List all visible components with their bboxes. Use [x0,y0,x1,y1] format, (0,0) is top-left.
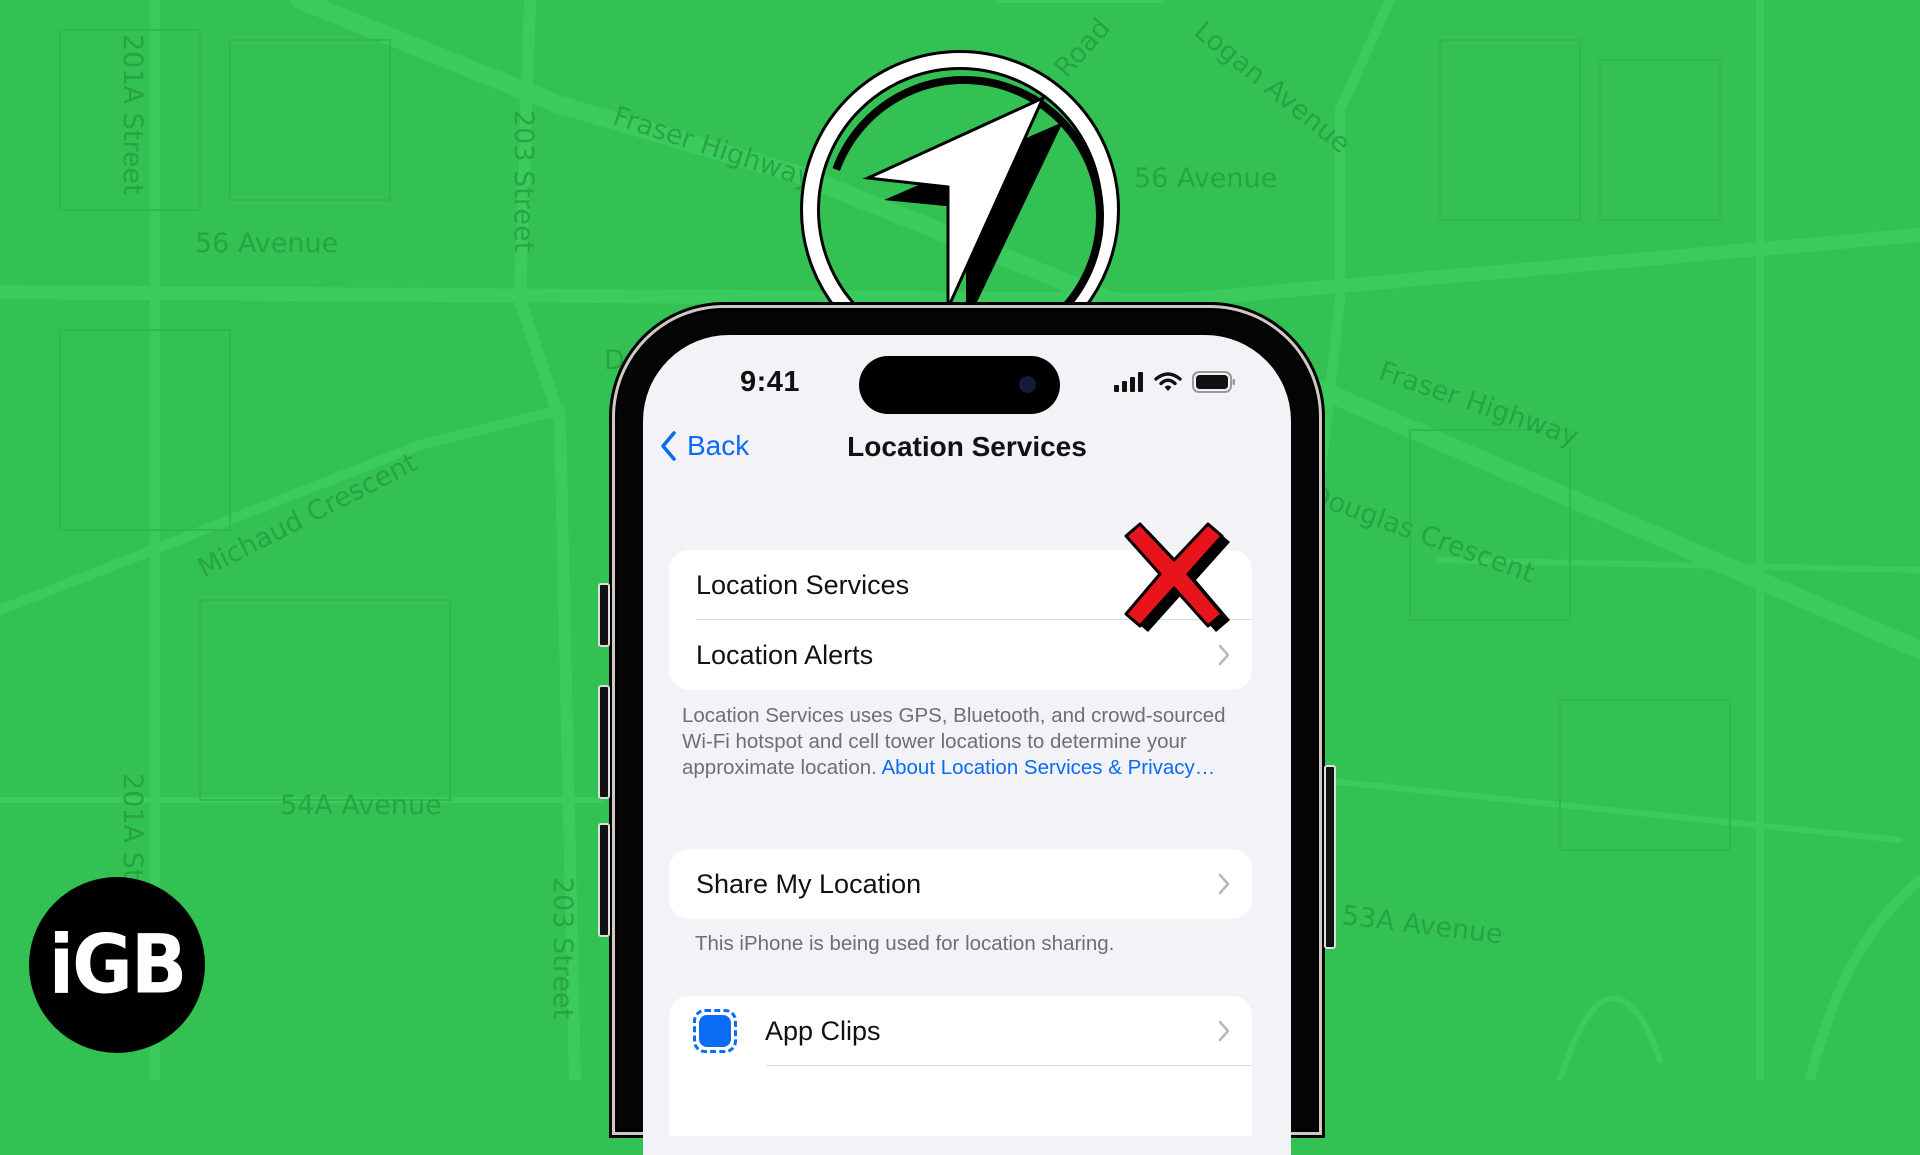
share-location-group: Share My Location [669,849,1252,919]
apps-group: App Clips [669,996,1252,1136]
logo-text: iGB [48,917,188,1013]
iphone-frame: 9:41 Back Location Services Location Ser… [598,305,1336,1155]
location-arrow-icon [800,50,1120,308]
map-label: 56 Avenue [1134,163,1278,194]
action-button [598,583,610,647]
igb-logo: iGB [29,877,205,1053]
chevron-right-icon [1218,873,1230,895]
map-label: 203 Street [547,877,578,1020]
location-services-description: Location Services uses GPS, Bluetooth, a… [682,703,1242,781]
wifi-icon [1154,372,1182,391]
page-title: Location Services [847,431,1087,462]
volume-down-button [598,823,610,937]
share-my-location-row[interactable]: Share My Location [669,849,1252,919]
row-label: Share My Location [696,868,922,899]
dynamic-island [859,356,1060,414]
chevron-right-icon [1218,644,1230,666]
chevron-right-icon [1218,1020,1230,1042]
app-clips-row[interactable]: App Clips [669,996,1252,1066]
battery-icon [1192,371,1235,393]
status-icons [1114,371,1236,393]
phone-screen: 9:41 Back Location Services Location Ser… [643,335,1291,1155]
app-clips-icon [693,1009,737,1053]
map-label: 201A Street [117,34,148,195]
next-app-row[interactable] [669,1066,1252,1136]
map-label: 203 Street [508,110,539,253]
power-button [1324,765,1336,949]
cellular-signal-icon [1114,372,1143,392]
row-label: Location Alerts [696,639,874,670]
red-x-icon [1124,522,1230,632]
front-camera [1019,376,1036,393]
row-label: App Clips [765,1015,881,1046]
about-location-privacy-link[interactable]: About Location Services & Privacy… [881,756,1215,779]
row-label: Location Services [696,569,910,600]
status-time: 9:41 [740,366,801,398]
map-label: 56 Avenue [195,228,339,259]
share-location-footnote: This iPhone is being used for location s… [695,932,1115,955]
map-label: 54A Avenue [280,790,442,821]
volume-up-button [598,685,610,799]
